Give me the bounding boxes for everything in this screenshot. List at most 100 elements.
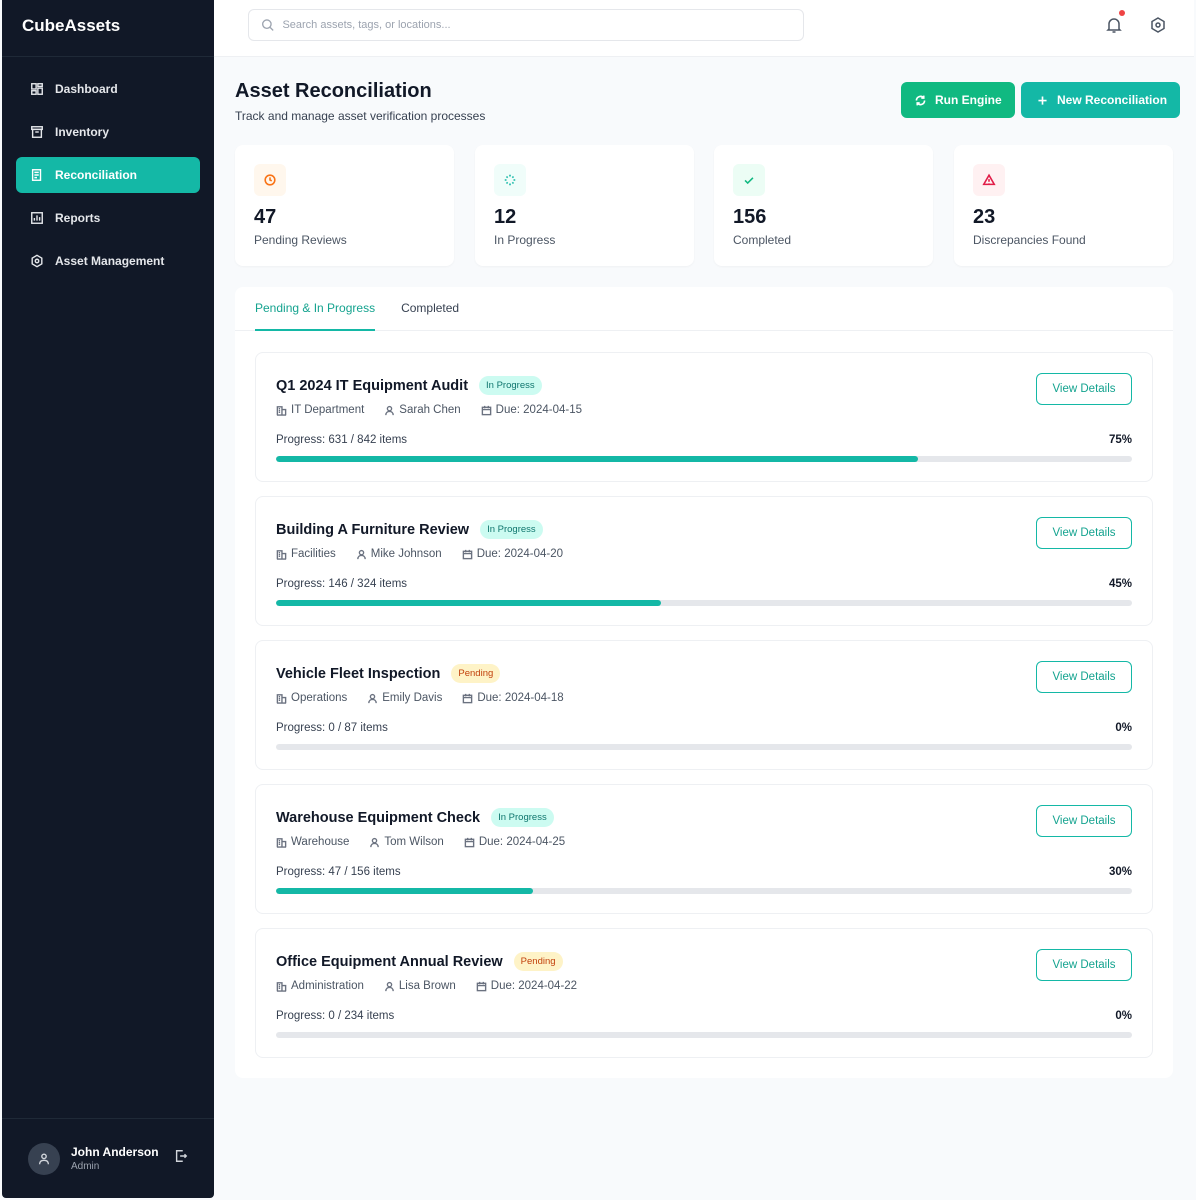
search-box[interactable] (248, 9, 804, 41)
status-badge: In Progress (480, 520, 543, 539)
view-details-button[interactable]: View Details (1036, 517, 1132, 549)
sidebar-item-reconciliation[interactable]: Reconciliation (16, 157, 200, 193)
reconciliation-card: Warehouse Equipment CheckIn Progress War… (255, 784, 1153, 914)
department: Warehouse (291, 836, 349, 848)
gear-icon (1149, 16, 1167, 34)
stat-card: 23 Discrepancies Found (954, 145, 1173, 266)
progress-label: Progress: 47 / 156 items (276, 866, 401, 878)
avatar[interactable] (28, 1143, 60, 1175)
sidebar-item-reports[interactable]: Reports (16, 200, 200, 236)
stat-label: Pending Reviews (254, 233, 435, 247)
stat-value: 23 (973, 206, 1154, 229)
progress-bar (276, 456, 1132, 462)
sidebar-item-inventory[interactable]: Inventory (16, 114, 200, 150)
view-details-button[interactable]: View Details (1036, 949, 1132, 981)
logout-icon (174, 1149, 188, 1163)
sidebar-item-dashboard[interactable]: Dashboard (16, 71, 200, 107)
building-icon (276, 981, 287, 992)
bell-icon (1105, 16, 1123, 34)
stat-icon-box (254, 164, 286, 196)
sidebar-item-label: Reports (55, 211, 100, 225)
calendar-icon (476, 981, 487, 992)
search-icon (261, 18, 274, 32)
page-subtitle: Track and manage asset verification proc… (235, 109, 485, 123)
status-badge: Pending (514, 952, 563, 971)
view-details-button[interactable]: View Details (1036, 373, 1132, 405)
progress-percent: 75% (1109, 434, 1132, 446)
calendar-icon (464, 837, 475, 848)
reconciliation-title: Q1 2024 IT Equipment Audit (276, 378, 468, 394)
stat-value: 12 (494, 206, 675, 229)
stat-label: Completed (733, 233, 914, 247)
loader-icon (503, 173, 517, 187)
sidebar-item-label: Dashboard (55, 82, 118, 96)
user-icon (367, 693, 378, 704)
plus-icon (1036, 94, 1049, 107)
status-badge: In Progress (491, 808, 554, 827)
user-profile: John Anderson Admin (2, 1118, 214, 1198)
view-details-button[interactable]: View Details (1036, 805, 1132, 837)
owner: Tom Wilson (384, 836, 443, 848)
due-date: Due: 2024-04-18 (477, 692, 563, 704)
user-name: John Anderson (71, 1145, 159, 1159)
check-icon (742, 173, 756, 187)
reconciliation-title: Vehicle Fleet Inspection (276, 666, 440, 682)
view-details-button[interactable]: View Details (1036, 661, 1132, 693)
user-icon (356, 549, 367, 560)
tab-pending-in-progress[interactable]: Pending & In Progress (255, 287, 375, 331)
alert-icon (982, 173, 996, 187)
owner: Sarah Chen (399, 404, 460, 416)
user-role: Admin (71, 1161, 159, 1172)
stat-label: In Progress (494, 233, 675, 247)
calendar-icon (462, 549, 473, 560)
owner: Emily Davis (382, 692, 442, 704)
status-badge: Pending (451, 664, 500, 683)
stat-value: 156 (733, 206, 914, 229)
logout-button[interactable] (174, 1149, 188, 1168)
refresh-icon (914, 94, 927, 107)
top-bar (214, 0, 1194, 57)
reconciliation-card: Q1 2024 IT Equipment AuditIn Progress IT… (255, 352, 1153, 482)
clock-icon (263, 173, 277, 187)
user-icon (384, 981, 395, 992)
stat-icon-box (494, 164, 526, 196)
user-icon (384, 405, 395, 416)
user-icon (369, 837, 380, 848)
sidebar: CubeAssets Dashboard Inventory Reconcili… (2, 0, 214, 1198)
progress-bar (276, 1032, 1132, 1038)
progress-percent: 0% (1115, 722, 1132, 734)
building-icon (276, 693, 287, 704)
stat-card: 156 Completed (714, 145, 933, 266)
due-date: Due: 2024-04-20 (477, 548, 563, 560)
stat-icon-box (973, 164, 1005, 196)
notification-dot (1119, 10, 1125, 16)
notifications-button[interactable] (1105, 16, 1123, 34)
building-icon (276, 405, 287, 416)
progress-percent: 0% (1115, 1010, 1132, 1022)
progress-bar (276, 744, 1132, 750)
tabs: Pending & In Progress Completed (235, 287, 1173, 331)
progress-percent: 30% (1109, 866, 1132, 878)
gear-icon (30, 254, 44, 268)
run-engine-label: Run Engine (935, 93, 1002, 107)
progress-bar (276, 600, 1132, 606)
progress-label: Progress: 0 / 234 items (276, 1010, 394, 1022)
sidebar-item-label: Reconciliation (55, 168, 137, 182)
department: Facilities (291, 548, 336, 560)
clipboard-icon (30, 168, 44, 182)
settings-button[interactable] (1149, 16, 1167, 34)
grid-icon (30, 82, 44, 96)
new-reconciliation-button[interactable]: New Reconciliation (1021, 82, 1180, 118)
stat-icon-box (733, 164, 765, 196)
progress-fill (276, 456, 918, 462)
progress-percent: 45% (1109, 578, 1132, 590)
progress-label: Progress: 0 / 87 items (276, 722, 388, 734)
tab-completed[interactable]: Completed (401, 287, 459, 331)
stat-value: 47 (254, 206, 435, 229)
department: Operations (291, 692, 347, 704)
search-input[interactable] (282, 19, 791, 31)
sidebar-item-asset-management[interactable]: Asset Management (16, 243, 200, 279)
run-engine-button[interactable]: Run Engine (901, 82, 1015, 118)
reconciliation-card: Vehicle Fleet Inspection Pending Operatio… (255, 640, 1153, 770)
reconciliation-card: Office Equipment Annual ReviewPending Ad… (255, 928, 1153, 1058)
